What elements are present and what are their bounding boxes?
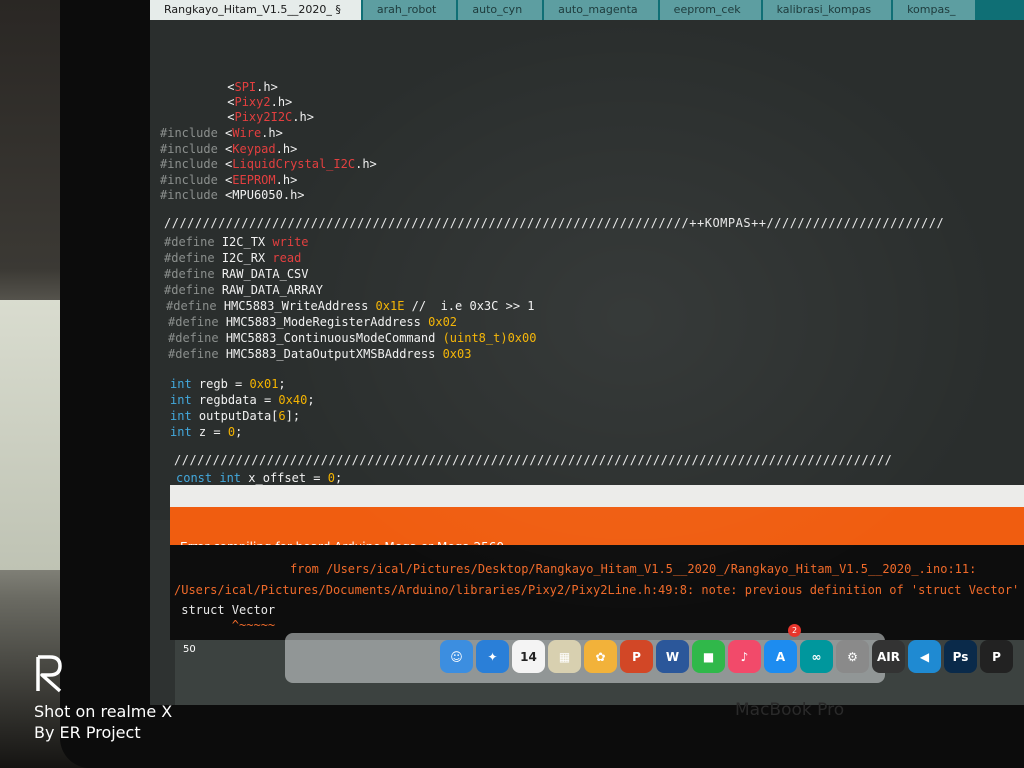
facetime-icon[interactable]: ■ (692, 640, 725, 673)
define-line: #define RAW_DATA_CSV (164, 267, 309, 281)
include-line: #include <Wire.h> (160, 126, 283, 140)
include-line: <Pixy2I2C.h> (227, 110, 314, 124)
include-line: #include <LiquidCrystal_I2C.h> (160, 157, 377, 171)
variable-line: int regb = 0x01; (170, 377, 286, 391)
system-preferences-icon[interactable]: ⚙ (836, 640, 869, 673)
arduino-icon[interactable]: ∞ (800, 640, 833, 673)
define-line: #define I2C_TX write (164, 235, 309, 249)
define-line: #define RAW_DATA_ARRAY (164, 283, 323, 297)
console-line: ^~~~~~ (174, 618, 276, 632)
music-icon[interactable]: ♪ (728, 640, 761, 673)
photoshop-icon[interactable]: Ps (944, 640, 977, 673)
include-line: <Pixy2.h> (227, 95, 293, 109)
variable-line: int z = 0; (170, 425, 243, 439)
safari-icon[interactable]: ✦ (476, 640, 509, 673)
const-line: const int x_offset = 0; (176, 471, 343, 485)
console-line: struct Vector (174, 603, 276, 617)
powerpoint-icon[interactable]: P (620, 640, 653, 673)
tab-kalibrasi-kompas[interactable]: kalibrasi_kompas (762, 0, 892, 20)
tab-kompas[interactable]: kompas_ (893, 0, 976, 20)
tab-auto-magenta[interactable]: auto_magenta (544, 0, 658, 20)
code-editor[interactable]: <SPI.h> <Pixy2.h> <Pixy2I2C.h> #include … (150, 20, 1024, 520)
tab-rangkayo-hitam[interactable]: Rangkayo_Hitam_V1.5__2020_ § (150, 0, 361, 20)
preview-icon[interactable]: ▦ (548, 640, 581, 673)
arduino-ide-window: Rangkayo_Hitam_V1.5__2020_ § arah_robot … (150, 0, 1024, 705)
app-store-icon[interactable]: A (764, 640, 797, 673)
tab-arah-robot[interactable]: arah_robot (362, 0, 457, 20)
define-line: #define HMC5883_ModeRegisterAddress 0x02 (168, 315, 458, 329)
word-icon[interactable]: W (656, 640, 689, 673)
watermark-line-1: Shot on realme X (34, 702, 173, 721)
message-area-top (170, 485, 1024, 507)
tab-auto-cyn[interactable]: auto_cyn (458, 0, 543, 20)
console-line: /Users/ical/Pictures/Documents/Arduino/l… (174, 583, 1020, 597)
photos-icon[interactable]: ✿ (584, 640, 617, 673)
define-line: #define HMC5883_DataOutputXMSBAddress 0x… (168, 347, 472, 361)
include-line: #include <Keypad.h> (160, 142, 298, 156)
p-app-icon[interactable]: P (980, 640, 1013, 673)
define-line: #define I2C_RX read (164, 251, 302, 265)
separator-line: ////////////////////////////////////////… (164, 216, 945, 230)
tab-bar: Rangkayo_Hitam_V1.5__2020_ § arah_robot … (150, 0, 1024, 20)
calendar-icon[interactable]: 14 (512, 640, 545, 673)
laptop-brand-label: MacBook Pro (735, 700, 845, 720)
variable-line: int regbdata = 0x40; (170, 393, 315, 407)
line-number: 50 (183, 644, 196, 655)
notification-badge: 2 (788, 624, 801, 637)
include-line: <SPI.h> (227, 80, 278, 94)
console-line: from /Users/ical/Pictures/Desktop/Rangka… (290, 562, 977, 576)
tab-eeprom-cek[interactable]: eeprom_cek (659, 0, 761, 20)
variable-line: int outputData[6]; (170, 409, 301, 423)
include-line: #include <EEPROM.h> (160, 173, 298, 187)
air-icon[interactable]: AIR (872, 640, 905, 673)
include-line: #include <MPU6050.h> (160, 188, 305, 202)
define-line: #define HMC5883_ContinuousModeCommand (u… (168, 331, 537, 345)
separator-line: ////////////////////////////////////////… (174, 453, 893, 467)
vscode-icon[interactable]: ◀ (908, 640, 941, 673)
realme-logo-icon (36, 655, 62, 693)
define-line: #define HMC5883_WriteAddress 0x1E // i.e… (166, 299, 535, 313)
finder-icon[interactable]: ☺ (440, 640, 473, 673)
watermark-line-2: By ER Project (34, 723, 141, 742)
